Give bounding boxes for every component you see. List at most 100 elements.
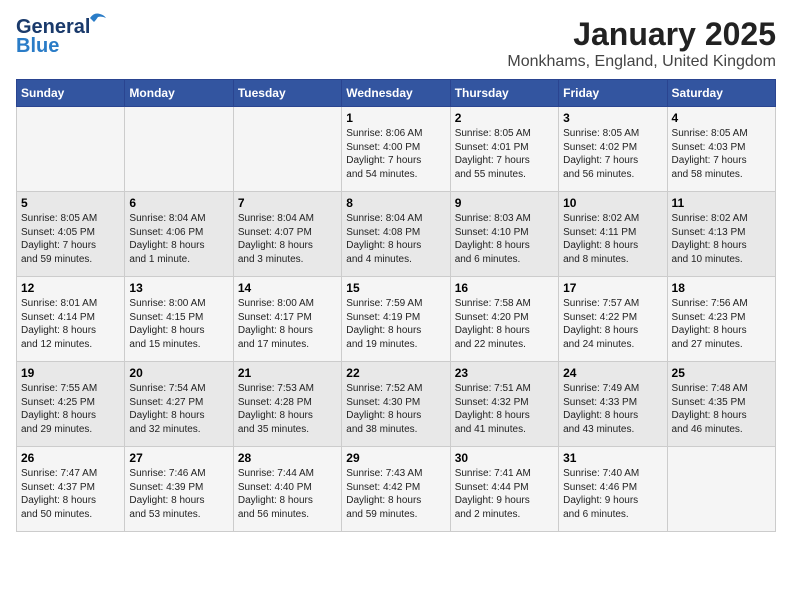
calendar-cell: 10 Sunrise: 8:02 AM Sunset: 4:11 PM Dayli… [559, 192, 667, 277]
day-info: Sunrise: 7:48 AM Sunset: 4:35 PM Dayligh… [672, 382, 771, 436]
calendar-cell: 15 Sunrise: 7:59 AM Sunset: 4:19 PM Dayli… [342, 277, 450, 362]
day-number: 25 [672, 366, 771, 380]
day-info: Sunrise: 7:53 AM Sunset: 4:28 PM Dayligh… [238, 382, 337, 436]
day-info: Sunrise: 7:47 AM Sunset: 4:37 PM Dayligh… [21, 467, 120, 521]
calendar-cell: 29Sunrise: 7:43 AM Sunset: 4:42 PM Dayli… [342, 447, 450, 532]
day-number: 10 [563, 196, 662, 210]
logo-general-text: General [16, 16, 90, 38]
day-number: 26 [21, 451, 120, 465]
day-number: 20 [129, 366, 228, 380]
day-info: Sunrise: 7:40 AM Sunset: 4:46 PM Dayligh… [563, 467, 662, 521]
day-info: Sunrise: 8:04 AM Sunset: 4:06 PM Dayligh… [129, 212, 228, 266]
weekday-header-wednesday: Wednesday [342, 80, 450, 107]
day-info: Sunrise: 8:02 AM Sunset: 4:11 PM Dayligh… [563, 212, 662, 266]
day-info: Sunrise: 8:00 AM Sunset: 4:17 PM Dayligh… [238, 297, 337, 351]
day-info: Sunrise: 7:41 AM Sunset: 4:44 PM Dayligh… [455, 467, 554, 521]
calendar-cell [17, 107, 125, 192]
day-number: 1 [346, 111, 445, 125]
day-number: 13 [129, 281, 228, 295]
day-info: Sunrise: 8:05 AM Sunset: 4:02 PM Dayligh… [563, 127, 662, 181]
day-info: Sunrise: 7:57 AM Sunset: 4:22 PM Dayligh… [563, 297, 662, 351]
calendar-cell: 16 Sunrise: 7:58 AM Sunset: 4:20 PM Dayli… [450, 277, 558, 362]
calendar-cell: 6 Sunrise: 8:04 AM Sunset: 4:06 PM Daylig… [125, 192, 233, 277]
day-info: Sunrise: 7:58 AM Sunset: 4:20 PM Dayligh… [455, 297, 554, 351]
day-number: 29 [346, 451, 445, 465]
day-number: 16 [455, 281, 554, 295]
calendar-cell: 20 Sunrise: 7:54 AM Sunset: 4:27 PM Dayli… [125, 362, 233, 447]
day-number: 6 [129, 196, 228, 210]
calendar-cell: 2 Sunrise: 8:05 AM Sunset: 4:01 PM Daylig… [450, 107, 558, 192]
day-number: 28 [238, 451, 337, 465]
day-number: 19 [21, 366, 120, 380]
calendar-cell: 9 Sunrise: 8:03 AM Sunset: 4:10 PM Daylig… [450, 192, 558, 277]
calendar-cell: 28Sunrise: 7:44 AM Sunset: 4:40 PM Dayli… [233, 447, 341, 532]
day-info: Sunrise: 8:04 AM Sunset: 4:08 PM Dayligh… [346, 212, 445, 266]
day-number: 22 [346, 366, 445, 380]
calendar-cell: 3 Sunrise: 8:05 AM Sunset: 4:02 PM Daylig… [559, 107, 667, 192]
day-info: Sunrise: 7:56 AM Sunset: 4:23 PM Dayligh… [672, 297, 771, 351]
day-info: Sunrise: 8:04 AM Sunset: 4:07 PM Dayligh… [238, 212, 337, 266]
day-number: 11 [672, 196, 771, 210]
day-info: Sunrise: 7:51 AM Sunset: 4:32 PM Dayligh… [455, 382, 554, 436]
day-info: Sunrise: 7:55 AM Sunset: 4:25 PM Dayligh… [21, 382, 120, 436]
day-number: 9 [455, 196, 554, 210]
day-number: 3 [563, 111, 662, 125]
month-title: January 2025 [507, 16, 776, 53]
weekday-header-friday: Friday [559, 80, 667, 107]
day-number: 4 [672, 111, 771, 125]
calendar-cell: 31 Sunrise: 7:40 AM Sunset: 4:46 PM Dayli… [559, 447, 667, 532]
day-info: Sunrise: 7:54 AM Sunset: 4:27 PM Dayligh… [129, 382, 228, 436]
day-info: Sunrise: 7:52 AM Sunset: 4:30 PM Dayligh… [346, 382, 445, 436]
day-number: 30 [455, 451, 554, 465]
logo: General Blue [16, 16, 90, 58]
title-area: January 2025 Monkhams, England, United K… [507, 16, 776, 71]
calendar-cell: 4 Sunrise: 8:05 AM Sunset: 4:03 PM Daylig… [667, 107, 775, 192]
day-info: Sunrise: 8:01 AM Sunset: 4:14 PM Dayligh… [21, 297, 120, 351]
calendar-cell: 5 Sunrise: 8:05 AM Sunset: 4:05 PM Daylig… [17, 192, 125, 277]
calendar-cell: 27 Sunrise: 7:46 AM Sunset: 4:39 PM Dayli… [125, 447, 233, 532]
day-number: 27 [129, 451, 228, 465]
calendar-cell: 24 Sunrise: 7:49 AM Sunset: 4:33 PM Dayli… [559, 362, 667, 447]
logo-bird-icon [88, 10, 106, 26]
day-number: 15 [346, 281, 445, 295]
calendar-cell: 11 Sunrise: 8:02 AM Sunset: 4:13 PM Dayli… [667, 192, 775, 277]
day-number: 23 [455, 366, 554, 380]
day-number: 14 [238, 281, 337, 295]
day-number: 12 [21, 281, 120, 295]
calendar-cell: 1 Sunrise: 8:06 AM Sunset: 4:00 PM Daylig… [342, 107, 450, 192]
weekday-header-saturday: Saturday [667, 80, 775, 107]
calendar-cell: 22 Sunrise: 7:52 AM Sunset: 4:30 PM Dayli… [342, 362, 450, 447]
calendar-cell: 18 Sunrise: 7:56 AM Sunset: 4:23 PM Dayli… [667, 277, 775, 362]
day-info: Sunrise: 7:49 AM Sunset: 4:33 PM Dayligh… [563, 382, 662, 436]
calendar-cell: 17 Sunrise: 7:57 AM Sunset: 4:22 PM Dayli… [559, 277, 667, 362]
day-number: 31 [563, 451, 662, 465]
calendar-cell: 8Sunrise: 8:04 AM Sunset: 4:08 PM Daylig… [342, 192, 450, 277]
day-number: 7 [238, 196, 337, 210]
calendar-cell: 23 Sunrise: 7:51 AM Sunset: 4:32 PM Dayli… [450, 362, 558, 447]
day-info: Sunrise: 8:05 AM Sunset: 4:03 PM Dayligh… [672, 127, 771, 181]
day-number: 2 [455, 111, 554, 125]
day-info: Sunrise: 7:46 AM Sunset: 4:39 PM Dayligh… [129, 467, 228, 521]
day-info: Sunrise: 8:06 AM Sunset: 4:00 PM Dayligh… [346, 127, 445, 181]
calendar-cell: 12 Sunrise: 8:01 AM Sunset: 4:14 PM Dayli… [17, 277, 125, 362]
calendar-cell: 13 Sunrise: 8:00 AM Sunset: 4:15 PM Dayli… [125, 277, 233, 362]
calendar-cell: 25 Sunrise: 7:48 AM Sunset: 4:35 PM Dayli… [667, 362, 775, 447]
day-info: Sunrise: 8:05 AM Sunset: 4:05 PM Dayligh… [21, 212, 120, 266]
calendar-cell [667, 447, 775, 532]
day-number: 24 [563, 366, 662, 380]
day-number: 5 [21, 196, 120, 210]
calendar-cell: 21Sunrise: 7:53 AM Sunset: 4:28 PM Dayli… [233, 362, 341, 447]
day-info: Sunrise: 7:59 AM Sunset: 4:19 PM Dayligh… [346, 297, 445, 351]
weekday-header-sunday: Sunday [17, 80, 125, 107]
calendar-cell: 30 Sunrise: 7:41 AM Sunset: 4:44 PM Dayli… [450, 447, 558, 532]
day-info: Sunrise: 8:02 AM Sunset: 4:13 PM Dayligh… [672, 212, 771, 266]
day-info: Sunrise: 8:05 AM Sunset: 4:01 PM Dayligh… [455, 127, 554, 181]
day-info: Sunrise: 8:00 AM Sunset: 4:15 PM Dayligh… [129, 297, 228, 351]
calendar-cell: 26 Sunrise: 7:47 AM Sunset: 4:37 PM Dayli… [17, 447, 125, 532]
weekday-header-monday: Monday [125, 80, 233, 107]
day-number: 18 [672, 281, 771, 295]
weekday-header-thursday: Thursday [450, 80, 558, 107]
calendar-cell: 7 Sunrise: 8:04 AM Sunset: 4:07 PM Daylig… [233, 192, 341, 277]
day-number: 17 [563, 281, 662, 295]
day-info: Sunrise: 8:03 AM Sunset: 4:10 PM Dayligh… [455, 212, 554, 266]
